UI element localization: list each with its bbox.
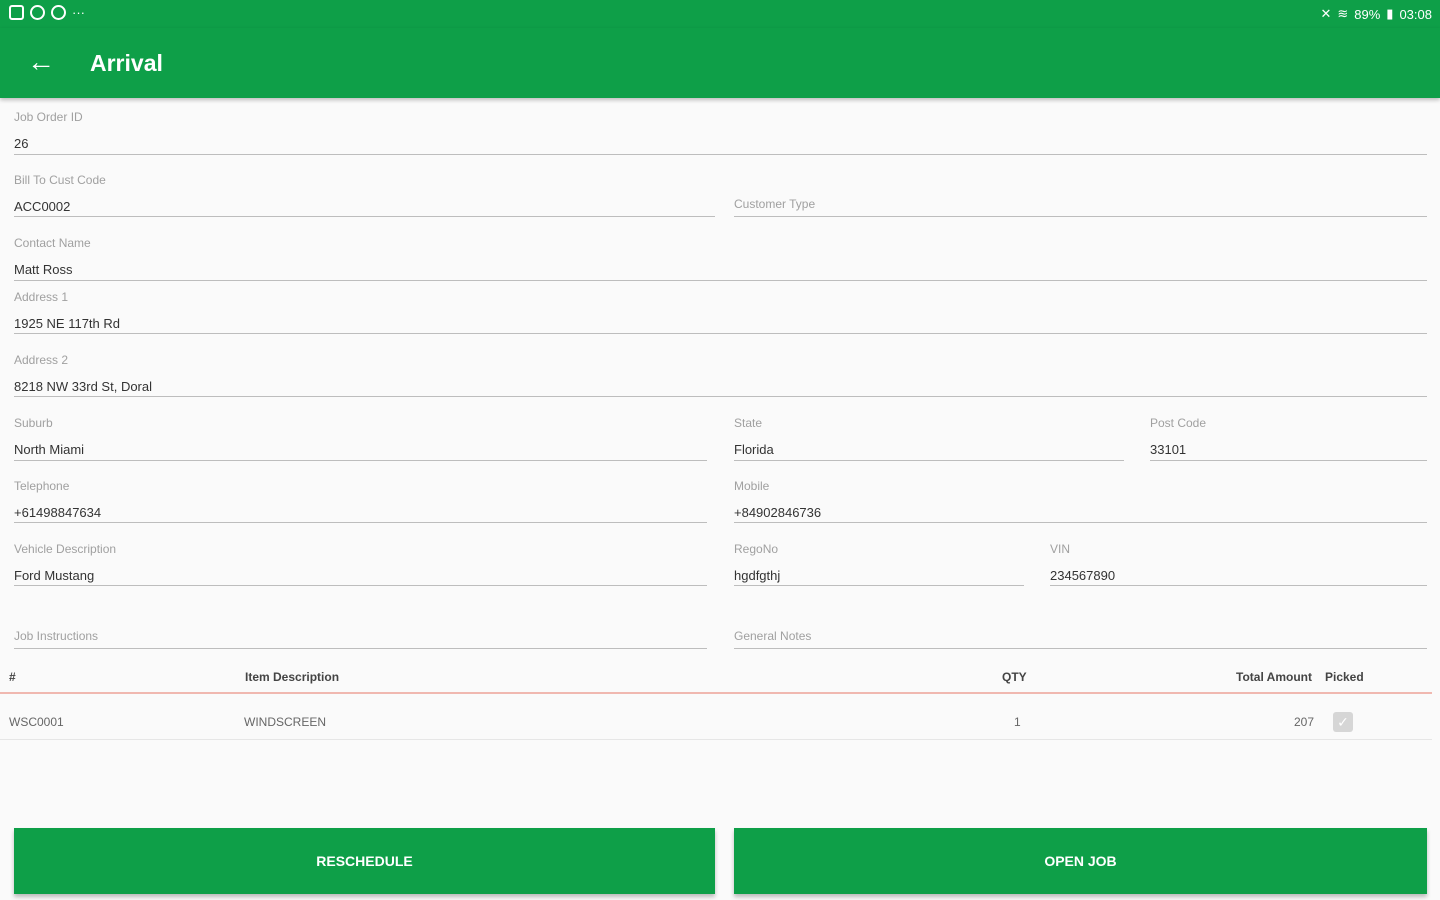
- job-order-id-label: Job Order ID: [14, 110, 83, 124]
- vin-label: VIN: [1050, 542, 1071, 556]
- row-qty: 1: [1014, 715, 1021, 729]
- telephone-value: +61498847634: [14, 505, 102, 520]
- mobile-field[interactable]: Mobile +84902846736: [734, 479, 1427, 523]
- job-instructions-field[interactable]: Job Instructions: [14, 611, 707, 649]
- telephone-field[interactable]: Telephone +61498847634: [14, 479, 707, 523]
- vin-value: 234567890: [1050, 568, 1116, 583]
- wifi-icon: ≋: [1337, 6, 1349, 21]
- picked-checkbox[interactable]: ✓: [1333, 712, 1353, 732]
- telephone-label: Telephone: [14, 479, 70, 493]
- app-bar: ← Arrival: [0, 28, 1440, 98]
- address2-field[interactable]: Address 2 8218 NW 33rd St, Doral: [14, 353, 1427, 397]
- address1-label: Address 1: [14, 290, 69, 304]
- table-row[interactable]: WSC0001 WINDSCREEN 1 207 ✓: [0, 704, 1432, 740]
- clock: 03:08: [1399, 6, 1432, 22]
- mute-icon: ✕: [1320, 6, 1332, 21]
- rego-no-field[interactable]: RegoNo hgdfgthj: [734, 542, 1024, 586]
- state-label: State: [734, 416, 763, 430]
- contact-name-label: Contact Name: [14, 236, 91, 250]
- cloud-icon: [51, 5, 66, 20]
- rego-no-value: hgdfgthj: [734, 568, 781, 583]
- job-order-id-value: 26: [14, 136, 29, 151]
- customer-type-field[interactable]: Customer Type: [734, 179, 1427, 217]
- address1-value: 1925 NE 117th Rd: [14, 316, 120, 331]
- back-arrow-icon[interactable]: ←: [24, 48, 58, 78]
- contact-name-value: Matt Ross: [14, 262, 73, 277]
- header-num: #: [9, 670, 16, 684]
- state-field[interactable]: State Florida: [734, 416, 1124, 461]
- job-order-id-field[interactable]: Job Order ID 26: [14, 110, 1427, 155]
- bill-to-cust-code-label: Bill To Cust Code: [14, 173, 106, 187]
- address2-label: Address 2: [14, 353, 69, 367]
- row-num: WSC0001: [9, 715, 64, 729]
- bill-to-cust-code-field[interactable]: Bill To Cust Code ACC0002: [14, 173, 715, 217]
- address1-field[interactable]: Address 1 1925 NE 117th Rd: [14, 290, 1427, 334]
- table-header: # Item Description QTY Total Amount Pick…: [0, 664, 1432, 694]
- battery-icon: ▮: [1386, 6, 1394, 21]
- general-notes-field[interactable]: General Notes: [734, 611, 1427, 649]
- customer-type-placeholder: Customer Type: [734, 197, 816, 211]
- contact-name-field[interactable]: Contact Name Matt Ross: [14, 236, 1427, 281]
- vin-field[interactable]: VIN 234567890: [1050, 542, 1427, 586]
- suburb-label: Suburb: [14, 416, 53, 430]
- open-job-button[interactable]: OPEN JOB: [734, 828, 1427, 894]
- image-icon: [9, 5, 24, 20]
- header-total-amount: Total Amount: [1236, 670, 1312, 684]
- row-item-description: WINDSCREEN: [244, 715, 327, 729]
- more-icon: ···: [72, 5, 85, 20]
- status-bar: ··· ✕ ≋ 89% ▮ 03:08: [0, 0, 1440, 28]
- header-qty: QTY: [1002, 670, 1027, 684]
- page-title: Arrival: [90, 50, 163, 76]
- post-code-value: 33101: [1150, 442, 1187, 457]
- vehicle-description-value: Ford Mustang: [14, 568, 95, 583]
- suburb-field[interactable]: Suburb North Miami: [14, 416, 707, 461]
- row-total-amount: 207: [1294, 715, 1315, 729]
- header-item-description: Item Description: [245, 670, 340, 684]
- vehicle-description-label: Vehicle Description: [14, 542, 117, 556]
- address2-value: 8218 NW 33rd St, Doral: [14, 379, 153, 394]
- post-code-field[interactable]: Post Code 33101: [1150, 416, 1427, 461]
- battery-level: 89%: [1354, 6, 1381, 22]
- header-picked: Picked: [1325, 670, 1364, 684]
- bill-to-cust-code-value: ACC0002: [14, 199, 71, 214]
- mobile-label: Mobile: [734, 479, 770, 493]
- post-code-label: Post Code: [1150, 416, 1207, 430]
- suburb-value: North Miami: [14, 442, 85, 457]
- state-value: Florida: [734, 442, 774, 457]
- general-notes-placeholder: General Notes: [734, 629, 812, 643]
- mobile-value: +84902846736: [734, 505, 822, 520]
- vehicle-description-field[interactable]: Vehicle Description Ford Mustang: [14, 542, 707, 586]
- reschedule-button[interactable]: RESCHEDULE: [14, 828, 715, 894]
- settings-icon: [30, 5, 45, 20]
- job-instructions-placeholder: Job Instructions: [14, 629, 99, 643]
- rego-no-label: RegoNo: [734, 542, 779, 556]
